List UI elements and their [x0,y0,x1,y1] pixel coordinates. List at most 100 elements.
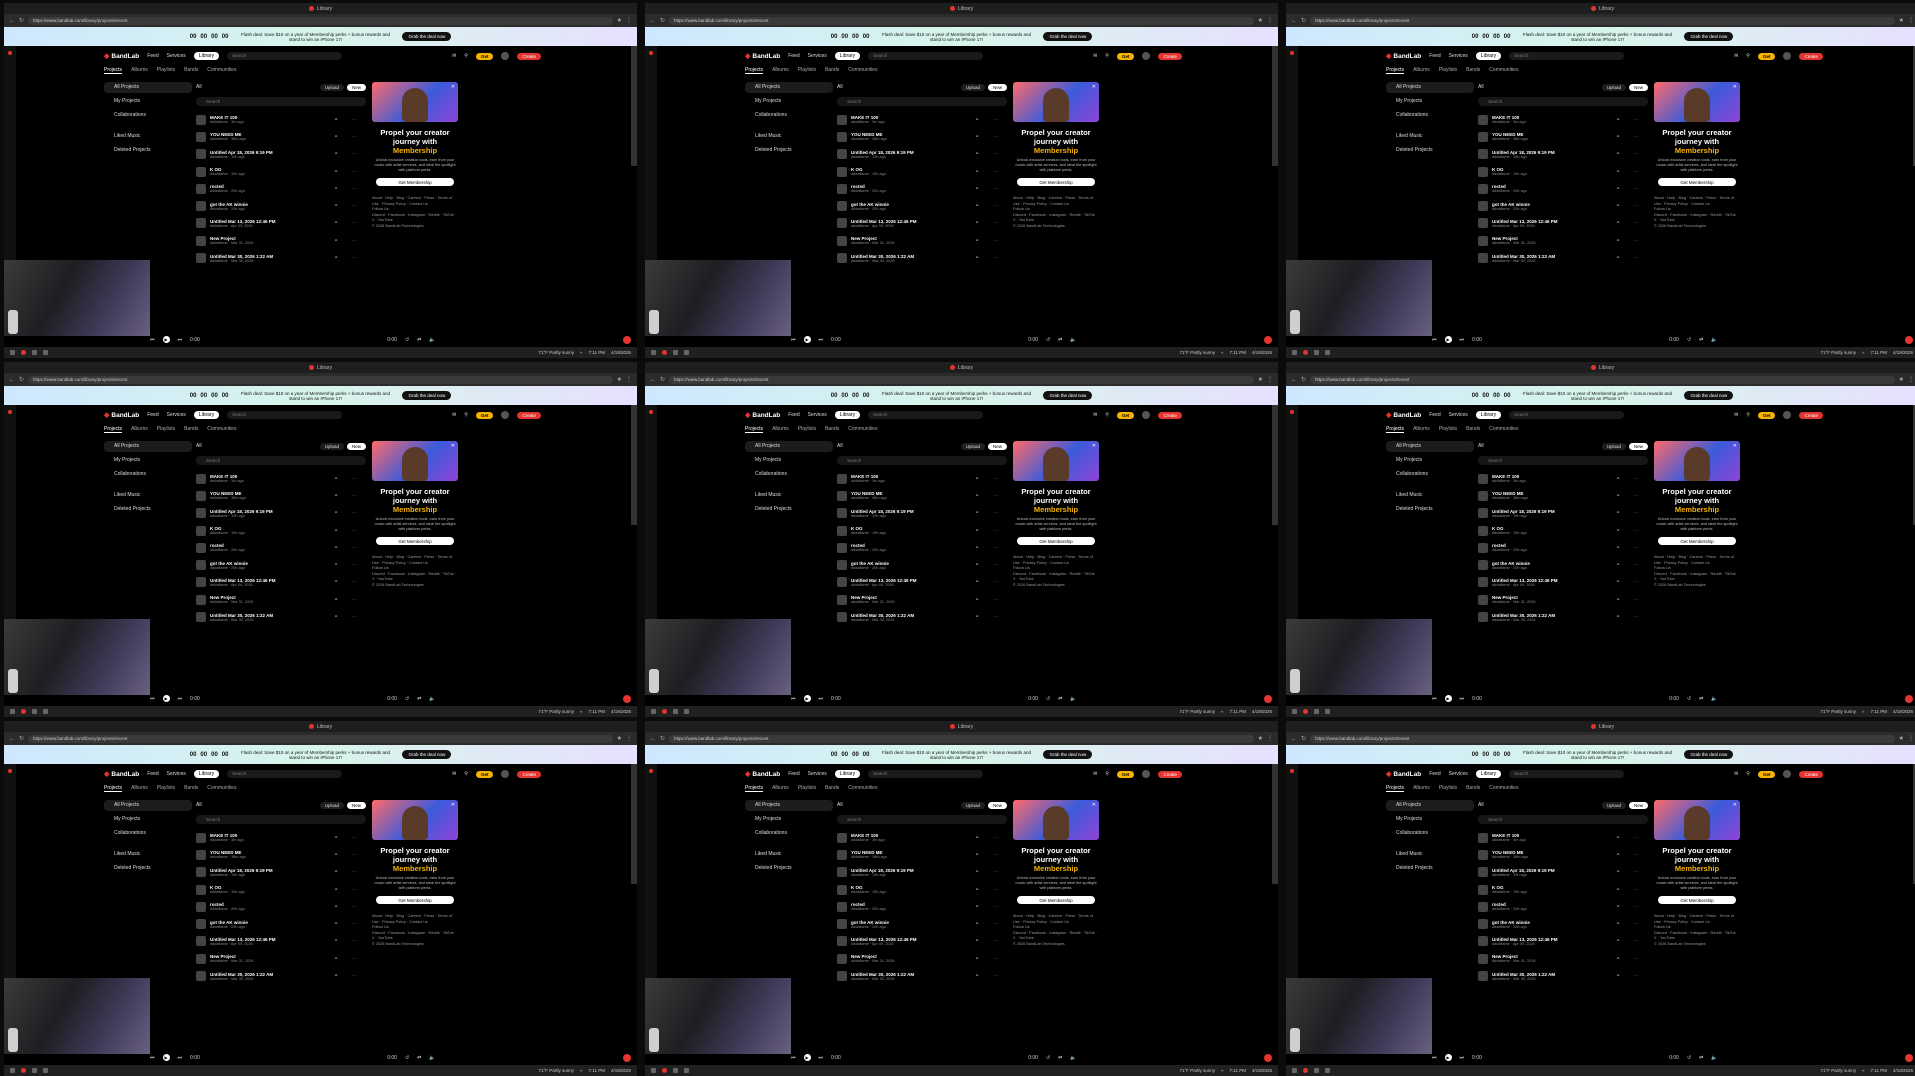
get-membership-button[interactable]: Get [475,52,494,60]
app-icon[interactable] [43,1068,48,1073]
upload-button[interactable]: Upload [960,83,985,91]
project-thumbnail[interactable] [1478,508,1488,519]
new-project-button[interactable]: New [346,83,366,91]
list-item[interactable]: Untitled Mar 13, 2026 12:46 PM dddaflame … [1478,574,1648,591]
nav-feed[interactable]: Feed [147,412,158,418]
share-icon[interactable]: ⚭ [1616,117,1630,123]
share-icon[interactable]: ⚭ [1616,973,1630,979]
extensions-icon[interactable]: ★ [1899,17,1904,24]
upload-button[interactable]: Upload [319,83,344,91]
list-item[interactable]: YOU NEED ME dddaflame · 38m ago ⚭ ⋯ [1478,487,1648,504]
more-icon[interactable]: ⋯ [352,476,366,482]
more-icon[interactable]: ⋯ [1634,255,1648,261]
nav-library[interactable]: Library [834,411,861,419]
share-icon[interactable]: ⚭ [975,151,989,157]
grab-deal-button[interactable]: Grab the deal now [1043,32,1093,41]
project-thumbnail[interactable] [837,149,847,160]
filter-select[interactable]: All [1478,84,1484,90]
wifi-icon[interactable]: ≈ [1221,350,1223,355]
nav-feed[interactable]: Feed [147,53,158,59]
project-thumbnail[interactable] [837,594,847,605]
list-item[interactable]: rocted dddaflame · 20h ago ⚭ ⋯ [1478,898,1648,915]
sidebar-item-all-projects[interactable]: All Projects [104,441,192,452]
upload-button[interactable]: Upload [319,801,344,809]
project-thumbnail[interactable] [196,936,206,947]
app-icon[interactable] [43,709,48,714]
next-icon[interactable]: ⏭ [178,1055,183,1061]
create-button[interactable]: Create [517,770,541,778]
next-icon[interactable]: ⏭ [819,696,824,702]
tab-projects[interactable]: Projects [104,67,123,74]
project-thumbnail[interactable] [837,867,847,878]
shuffle-icon[interactable]: ⇄ [1058,337,1062,343]
project-thumbnail[interactable] [196,235,206,246]
tab-playlists[interactable]: Playlists [1439,426,1457,433]
sidebar-item-all-projects[interactable]: All Projects [1386,800,1474,811]
list-item[interactable]: Untitled Mar 13, 2026 12:46 PM dddaflame … [196,215,366,232]
list-item[interactable]: Untitled Apr 18, 2026 9:19 PM dddaflame ·… [837,505,1007,522]
share-icon[interactable]: ⚭ [975,220,989,226]
extensions-icon[interactable]: ★ [617,17,622,24]
project-thumbnail[interactable] [1478,953,1488,964]
tab-bands[interactable]: Bands [825,67,839,74]
back-icon[interactable]: ← [1291,377,1297,383]
back-icon[interactable]: ← [9,18,15,24]
share-icon[interactable]: ⚭ [975,203,989,209]
more-icon[interactable]: ⋯ [993,134,1007,140]
nav-search-input[interactable]: Search [868,411,984,419]
record-button[interactable] [1905,694,1914,703]
project-thumbnail[interactable] [1478,114,1488,125]
sidebar-item-deleted-projects[interactable]: Deleted Projects [1386,863,1474,874]
more-icon[interactable]: ⋯ [1634,904,1648,910]
more-icon[interactable]: ⋯ [352,186,366,192]
upload-button[interactable]: Upload [1601,83,1626,91]
list-item[interactable]: got the AK winnie dddaflame · 20h ago ⚭ ⋯ [1478,197,1648,214]
share-icon[interactable]: ⚭ [334,921,348,927]
app-icon[interactable] [1325,709,1330,714]
search-icon[interactable]: ⚲ [1105,412,1109,418]
create-button[interactable]: Create [1799,770,1823,778]
nav-feed[interactable]: Feed [1429,412,1440,418]
prev-icon[interactable]: ⏮ [150,696,155,702]
search-icon[interactable]: ⚲ [464,412,468,418]
back-icon[interactable]: ← [1291,736,1297,742]
share-icon[interactable]: ⚭ [975,956,989,962]
start-icon[interactable] [10,1068,15,1073]
nav-search-input[interactable]: Search [1509,52,1625,60]
record-button[interactable] [623,1053,632,1062]
project-thumbnail[interactable] [1478,166,1488,177]
more-icon[interactable]: ⋯ [352,545,366,551]
share-icon[interactable]: ⚭ [334,835,348,841]
sidebar-item-deleted-projects[interactable]: Deleted Projects [1386,504,1474,515]
more-icon[interactable]: ⋯ [993,220,1007,226]
filter-select[interactable]: All [837,802,843,808]
shuffle-icon[interactable]: ⇄ [1699,696,1703,702]
projects-search-input[interactable]: Search [196,456,366,465]
nav-library[interactable]: Library [834,52,861,60]
project-thumbnail[interactable] [1478,867,1488,878]
more-icon[interactable]: ⋯ [352,852,366,858]
list-item[interactable]: MAKE IT 100 dddaflame · 3m ago ⚭ ⋯ [1478,829,1648,846]
upload-button[interactable]: Upload [960,442,985,450]
reload-icon[interactable]: ↻ [660,735,665,742]
project-thumbnail[interactable] [837,525,847,536]
play-icon[interactable]: ▶ [803,695,811,702]
project-thumbnail[interactable] [1478,201,1488,212]
tab-communities[interactable]: Communities [1489,426,1518,433]
sidebar-item-deleted-projects[interactable]: Deleted Projects [745,504,833,515]
share-icon[interactable]: ⚭ [975,904,989,910]
next-icon[interactable]: ⏭ [819,1055,824,1061]
reload-icon[interactable]: ↻ [1301,17,1306,24]
project-thumbnail[interactable] [196,166,206,177]
back-icon[interactable]: ← [1291,18,1297,24]
list-item[interactable]: YOU NEED ME dddaflame · 38m ago ⚭ ⋯ [1478,128,1648,145]
share-icon[interactable]: ⚭ [1616,169,1630,175]
project-thumbnail[interactable] [1478,253,1488,264]
bandlab-logo[interactable]: ◆ BandLab [1386,411,1421,420]
nav-services[interactable]: Services [1449,53,1468,59]
new-project-button[interactable]: New [987,801,1007,809]
nav-library[interactable]: Library [834,770,861,778]
more-icon[interactable]: ⋯ [1634,921,1648,927]
project-thumbnail[interactable] [196,131,206,142]
create-button[interactable]: Create [1158,52,1182,60]
